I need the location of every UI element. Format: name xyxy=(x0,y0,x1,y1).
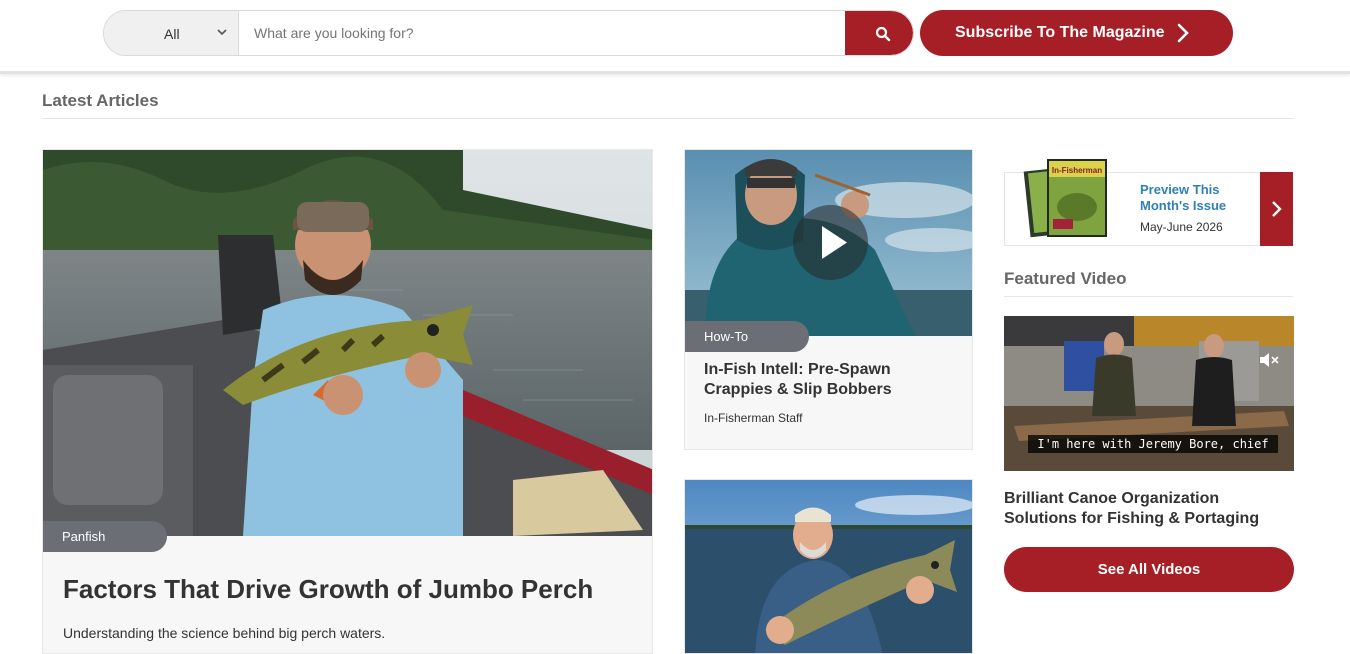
search-bar: All xyxy=(103,10,914,56)
search-button[interactable] xyxy=(845,11,913,55)
chevron-right-icon xyxy=(1177,23,1189,43)
category-tag-label: Panfish xyxy=(62,529,106,544)
category-tag[interactable]: Panfish xyxy=(43,521,167,552)
section-title: Latest Articles xyxy=(42,91,159,110)
search-category-select[interactable]: All xyxy=(104,11,239,55)
featured-video-heading: Featured Video xyxy=(1004,269,1127,288)
magazine-preview-card[interactable]: In-Fisherman Preview This Month's Issue … xyxy=(1004,159,1293,246)
subscribe-label: Subscribe To The Magazine xyxy=(955,24,1165,41)
article-card[interactable]: How-To In-Fish Intell: Pre-Spawn Crappie… xyxy=(684,149,973,450)
magazine-cover-title: In-Fisherman xyxy=(1052,166,1102,175)
see-all-videos-button[interactable]: See All Videos xyxy=(1004,547,1294,592)
walleye-photo xyxy=(685,480,972,653)
category-tag-label: How-To xyxy=(704,329,749,344)
main-article-description: Understanding the science behind big per… xyxy=(63,625,386,641)
search-category-label: All xyxy=(164,26,180,42)
mute-icon[interactable] xyxy=(1258,352,1280,368)
search-icon xyxy=(875,26,891,42)
video-caption: I'm here with Jeremy Bore, chief xyxy=(1028,435,1278,453)
article-video-thumbnail[interactable] xyxy=(685,150,972,336)
featured-video-player[interactable]: I'm here with Jeremy Bore, chief xyxy=(1004,316,1294,471)
magazine-preview-link[interactable]: Preview This Month's Issue xyxy=(1140,182,1250,214)
article-image[interactable] xyxy=(685,480,972,653)
magazine-next-button[interactable] xyxy=(1260,172,1293,246)
main-article-image[interactable] xyxy=(43,150,652,536)
see-all-videos-label: See All Videos xyxy=(1097,561,1201,578)
article-title[interactable]: In-Fish Intell: Pre-Spawn Crappies & Sli… xyxy=(704,360,954,400)
magazine-cover: In-Fisherman xyxy=(1023,159,1107,238)
featured-video-title[interactable]: Brilliant Canoe Organization Solutions f… xyxy=(1004,489,1294,529)
chevron-down-icon xyxy=(217,29,227,36)
search-input[interactable] xyxy=(254,25,834,41)
section-divider xyxy=(42,118,1294,119)
magazine-issue-date: May-June 2026 xyxy=(1140,220,1223,234)
perch-photo xyxy=(43,150,652,536)
play-button[interactable] xyxy=(793,205,868,280)
play-icon xyxy=(822,226,847,259)
article-card[interactable] xyxy=(684,479,973,654)
subscribe-button[interactable]: Subscribe To The Magazine xyxy=(920,10,1233,56)
main-article-title[interactable]: Factors That Drive Growth of Jumbo Perch xyxy=(63,574,593,605)
chevron-right-icon xyxy=(1272,201,1282,217)
article-author: In-Fisherman Staff xyxy=(704,411,803,425)
category-tag[interactable]: How-To xyxy=(685,321,809,352)
main-article-card[interactable]: Panfish Factors That Drive Growth of Jum… xyxy=(42,149,653,654)
site-header: All Subscribe To The Magazine xyxy=(0,0,1350,74)
featured-video-divider xyxy=(1004,296,1293,297)
